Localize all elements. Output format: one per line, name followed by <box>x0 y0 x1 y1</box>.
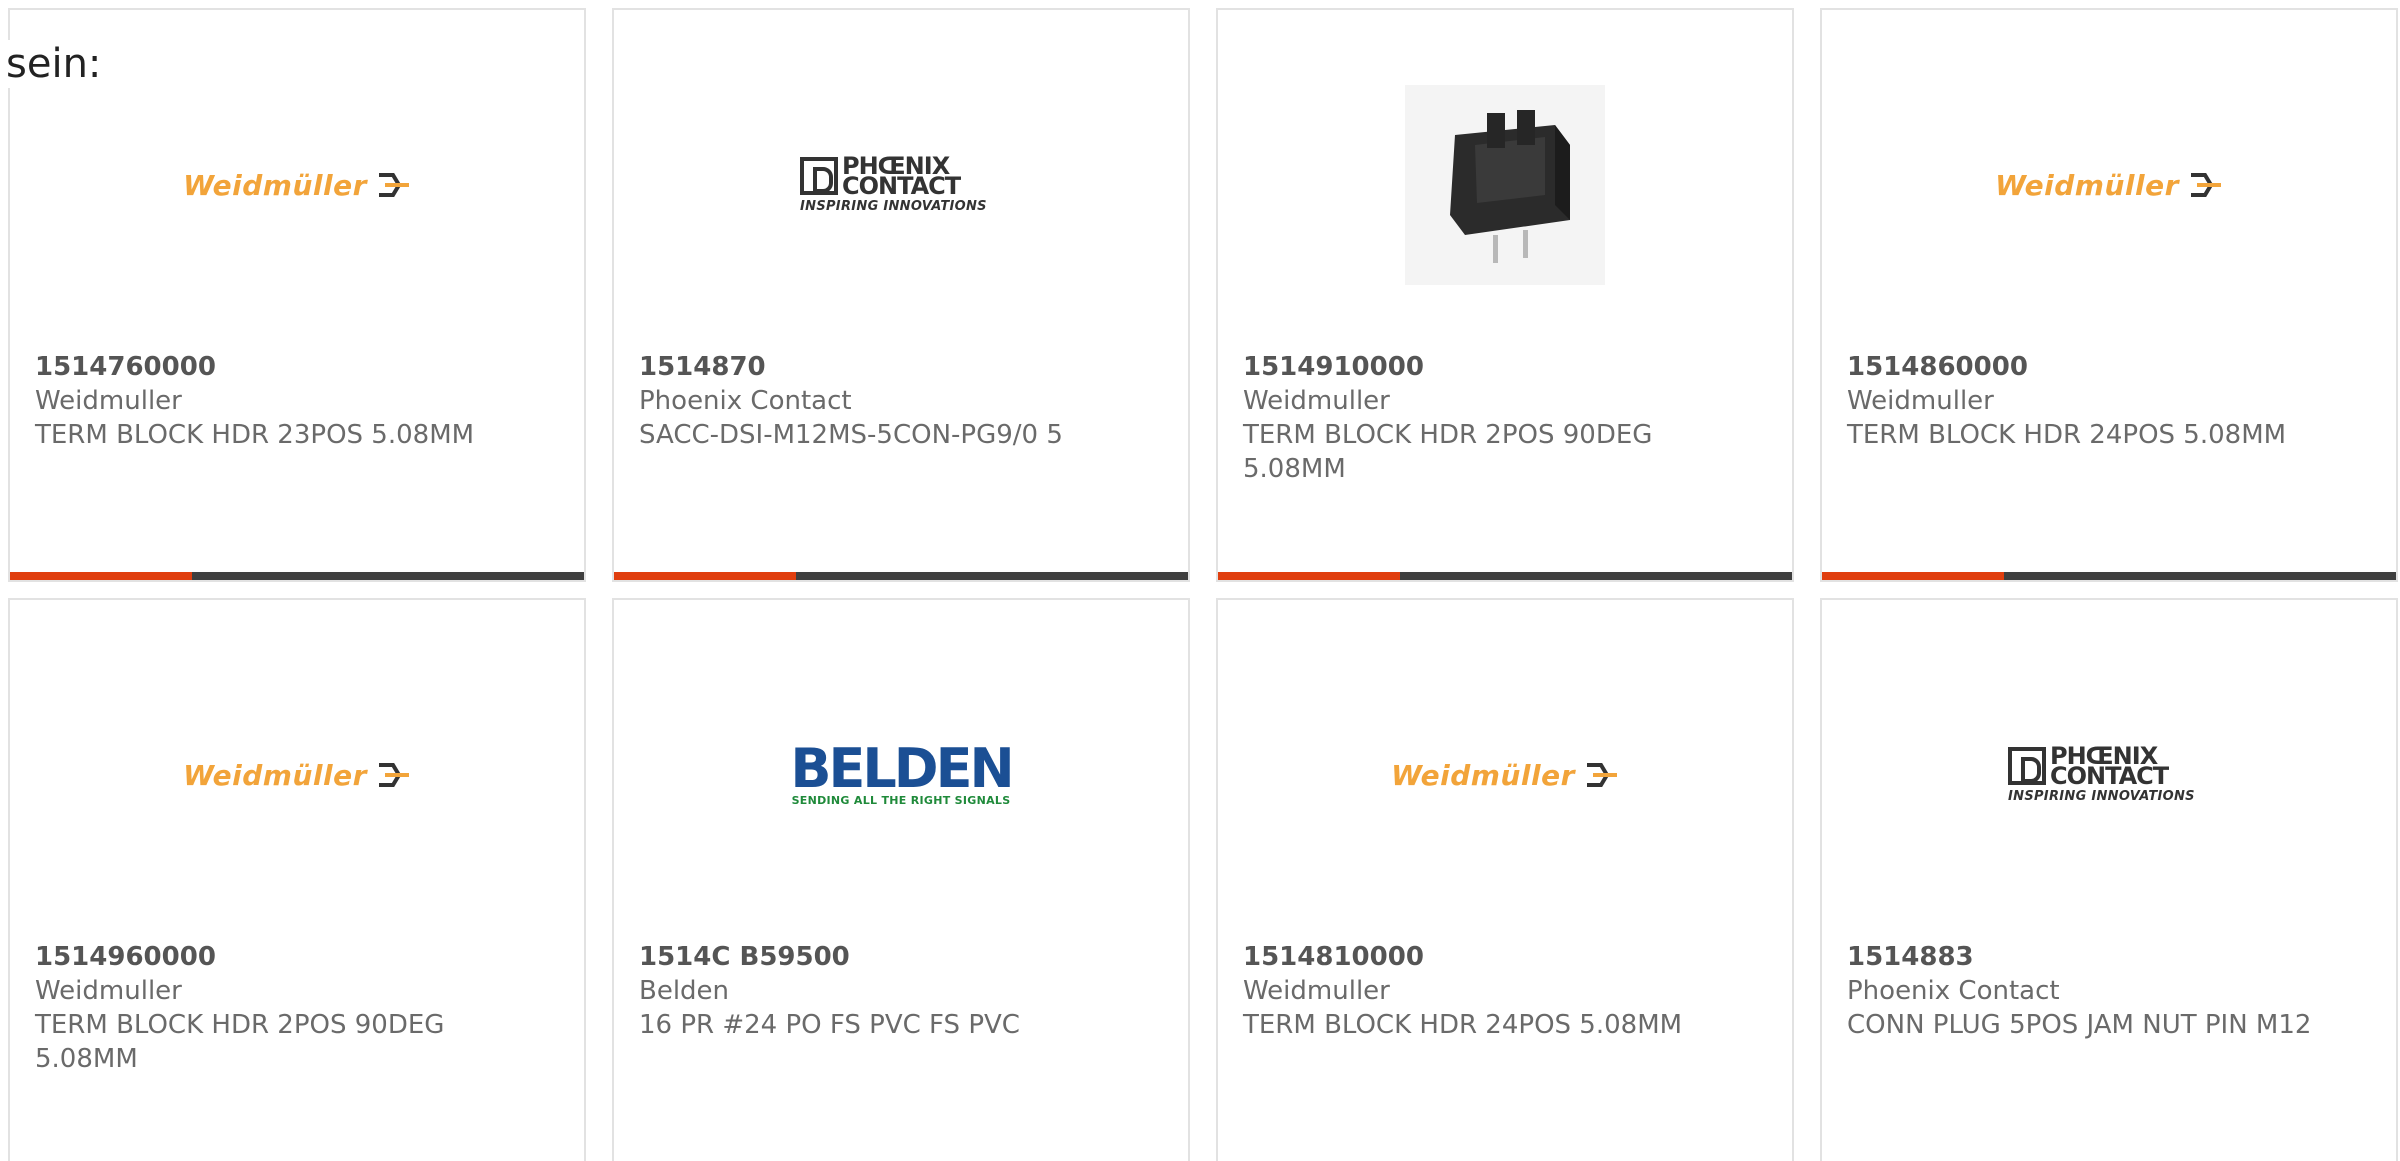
part-number[interactable]: 1514C B59500 <box>639 940 1158 974</box>
product-card[interactable]: Weidmüller 1514960000 Weidmuller TERM BL… <box>8 598 586 1161</box>
description: 16 PR #24 PO FS PVC FS PVC <box>639 1010 1020 1040</box>
part-number[interactable]: 1514883 <box>1847 940 2366 974</box>
description: TERM BLOCK HDR 2POS 90DEG 5.08MM <box>35 1010 445 1074</box>
manufacturer: Belden <box>639 976 730 1006</box>
card-bar <box>10 572 584 580</box>
brand-logo: Weidmüller <box>10 70 584 300</box>
part-number[interactable]: 1514810000 <box>1243 940 1762 974</box>
product-photo <box>1218 70 1792 300</box>
description: TERM BLOCK HDR 23POS 5.08MM <box>35 420 475 450</box>
brand-logo: PHŒNIX CONTACT INSPIRING INNOVATIONS <box>1822 660 2396 890</box>
manufacturer: Weidmuller <box>35 976 182 1006</box>
card-bar <box>1218 572 1792 580</box>
weidmuller-mark-icon <box>2190 173 2221 197</box>
manufacturer: Weidmuller <box>1847 386 1994 416</box>
phoenix-contact-logo: PHŒNIX CONTACT INSPIRING INNOVATIONS <box>2008 742 2195 804</box>
description: CONN PLUG 5POS JAM NUT PIN M12 <box>1847 1010 2312 1040</box>
manufacturer: Weidmuller <box>1243 386 1390 416</box>
part-number[interactable]: 1514870 <box>639 350 1158 384</box>
intro-text: sein: <box>6 40 102 88</box>
brand-logo: Weidmüller <box>10 660 584 890</box>
manufacturer: Phoenix Contact <box>639 386 852 416</box>
product-card[interactable]: Weidmüller 1514860000 Weidmuller TERM BL… <box>1820 8 2398 582</box>
part-number[interactable]: 1514760000 <box>35 350 554 384</box>
phoenix-contact-logo: PHŒNIX CONTACT INSPIRING INNOVATIONS <box>800 152 987 214</box>
product-card[interactable]: Weidmüller 1514760000 Weidmuller TERM BL… <box>8 8 586 582</box>
part-number[interactable]: 1514860000 <box>1847 350 2366 384</box>
part-number[interactable]: 1514910000 <box>1243 350 1762 384</box>
product-card[interactable]: BELDEN SENDING ALL THE RIGHT SIGNALS 151… <box>612 598 1190 1161</box>
product-card[interactable]: Weidmüller 1514810000 Weidmuller TERM BL… <box>1216 598 1794 1161</box>
product-card[interactable]: PHŒNIX CONTACT INSPIRING INNOVATIONS 151… <box>1820 598 2398 1161</box>
weidmuller-logo: Weidmüller <box>1995 169 2223 202</box>
belden-logo: BELDEN SENDING ALL THE RIGHT SIGNALS <box>790 736 1014 807</box>
part-number[interactable]: 1514960000 <box>35 940 554 974</box>
brand-logo: Weidmüller <box>1218 660 1792 890</box>
description: TERM BLOCK HDR 24POS 5.08MM <box>1847 420 2287 450</box>
product-card[interactable]: PHŒNIX CONTACT INSPIRING INNOVATIONS 151… <box>612 8 1190 582</box>
weidmuller-mark-icon <box>1586 763 1617 787</box>
description: SACC-DSI-M12MS-5CON-PG9/0 5 <box>639 420 1063 450</box>
manufacturer: Weidmuller <box>1243 976 1390 1006</box>
product-card[interactable]: 1514910000 Weidmuller TERM BLOCK HDR 2PO… <box>1216 8 1794 582</box>
manufacturer: Phoenix Contact <box>1847 976 2060 1006</box>
weidmuller-logo: Weidmüller <box>183 169 411 202</box>
manufacturer: Weidmuller <box>35 386 182 416</box>
description: TERM BLOCK HDR 24POS 5.08MM <box>1243 1010 1683 1040</box>
weidmuller-mark-icon <box>378 763 409 787</box>
card-bar <box>1822 572 2396 580</box>
card-bar <box>614 572 1188 580</box>
connector-photo-icon <box>1405 85 1605 285</box>
brand-logo: Weidmüller <box>1822 70 2396 300</box>
weidmuller-mark-icon <box>378 173 409 197</box>
brand-logo: PHŒNIX CONTACT INSPIRING INNOVATIONS <box>614 70 1188 300</box>
weidmuller-logo: Weidmüller <box>1391 759 1619 792</box>
brand-logo: BELDEN SENDING ALL THE RIGHT SIGNALS <box>614 660 1188 890</box>
phoenix-mark-icon <box>800 157 838 195</box>
description: TERM BLOCK HDR 2POS 90DEG 5.08MM <box>1243 420 1653 484</box>
weidmuller-logo: Weidmüller <box>183 759 411 792</box>
phoenix-mark-icon <box>2008 747 2046 785</box>
